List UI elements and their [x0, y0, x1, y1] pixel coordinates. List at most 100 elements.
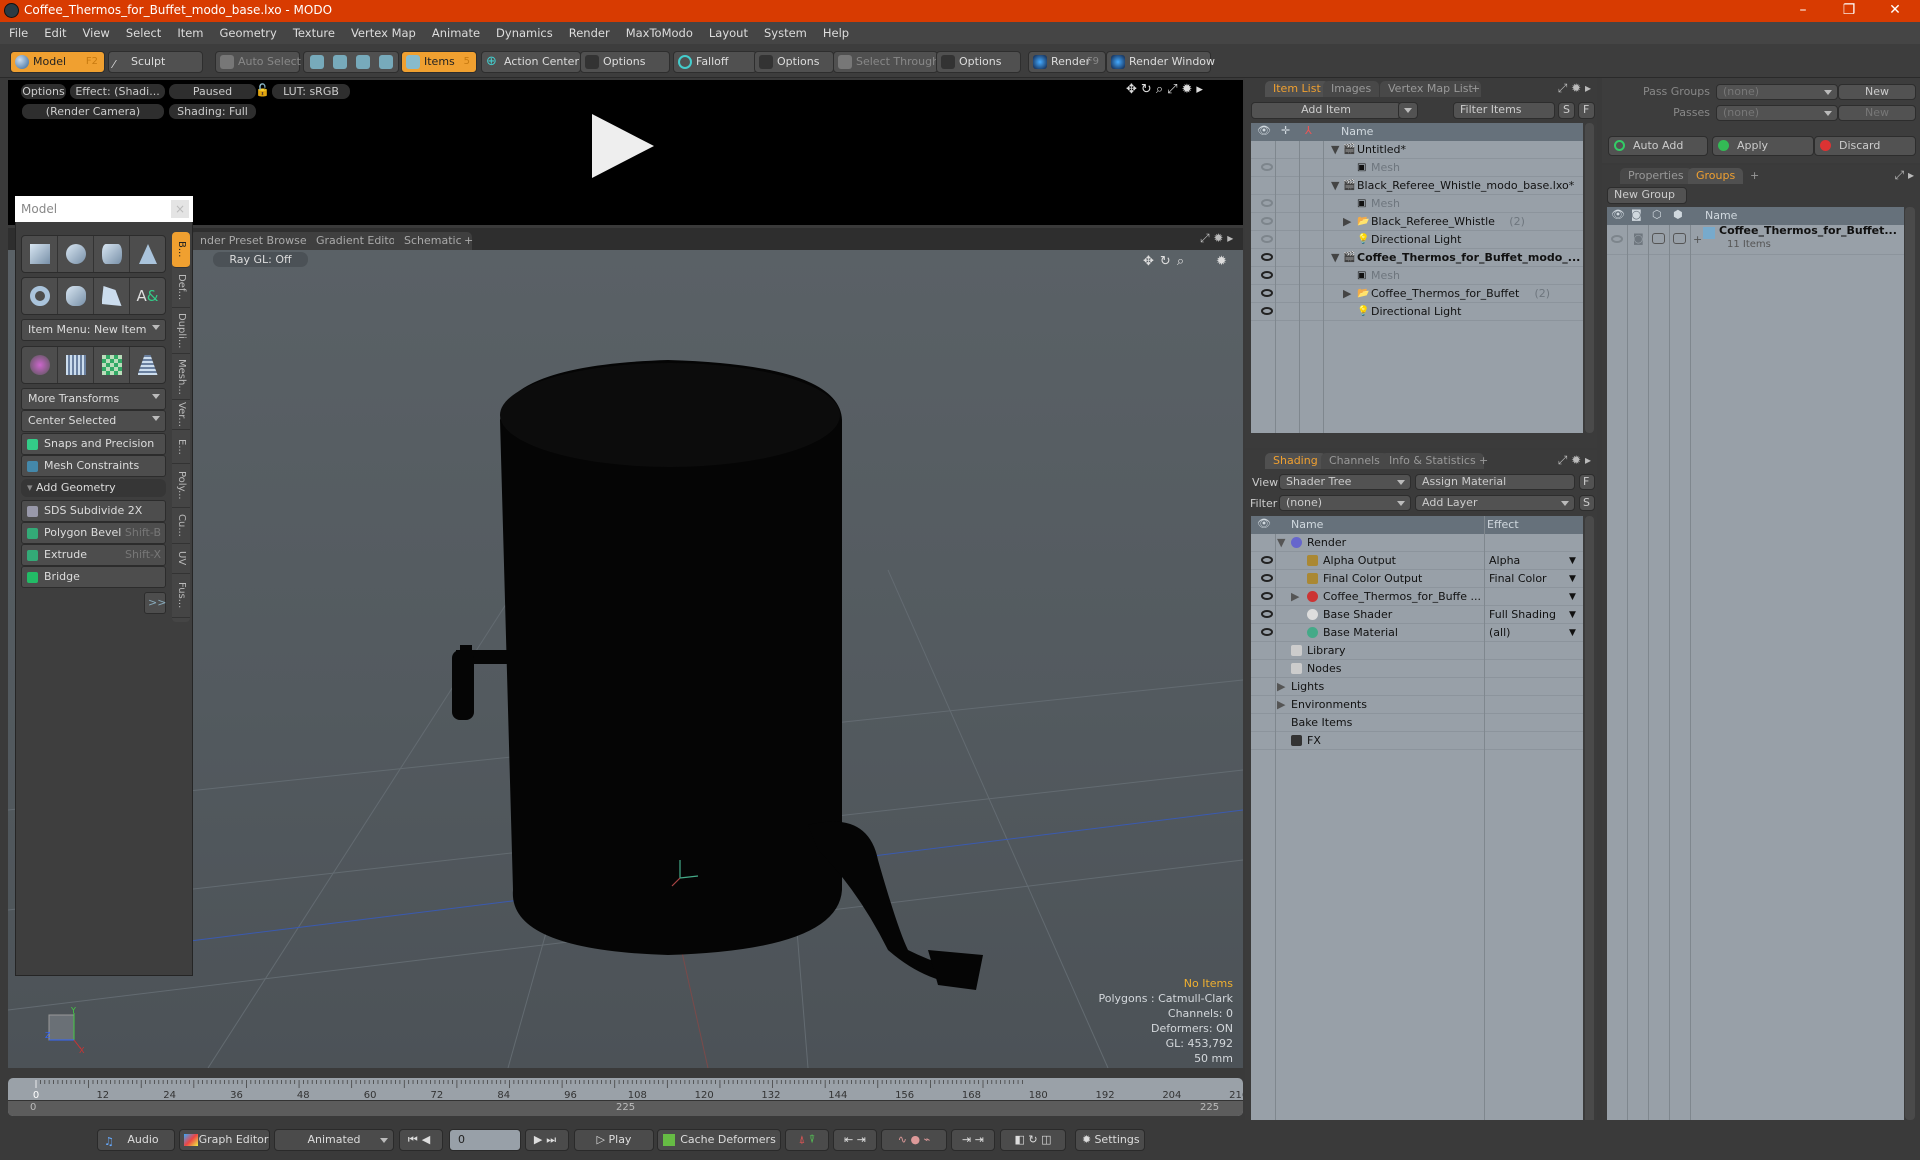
sds-subdivide-button[interactable]: SDS Subdivide 2X — [21, 500, 166, 522]
jump-next-icon[interactable]: ⇥ — [975, 1133, 984, 1146]
falloff-button[interactable]: Falloff — [673, 51, 757, 73]
eye-icon[interactable] — [1261, 253, 1273, 261]
eye-icon[interactable] — [1261, 592, 1273, 600]
step-back-button[interactable]: ◀ — [422, 1133, 434, 1146]
filter-s-button[interactable]: S — [1558, 102, 1575, 119]
select-options-button[interactable]: Options — [936, 51, 1021, 73]
side-tab-fusion[interactable]: Fus... — [172, 574, 190, 618]
new-pass-group-button[interactable]: New — [1838, 84, 1916, 100]
item-list-row[interactable]: ▼ 🎬 Black_Referee_Whistle_modo_base.lxo* — [1251, 177, 1583, 195]
lut-dropdown[interactable]: LUT: sRGB — [272, 84, 350, 99]
menu-geometry[interactable]: Geometry — [211, 22, 284, 40]
palette-close-button[interactable]: × — [171, 200, 189, 218]
tab-groups[interactable]: Groups — [1688, 168, 1744, 184]
go-to-end-button[interactable]: ⏭ — [546, 1133, 560, 1146]
more-transforms-dropdown[interactable]: More Transforms — [21, 388, 166, 410]
menu-dynamics[interactable]: Dynamics — [487, 22, 560, 40]
expand-arrow-icon[interactable]: ▶ — [1343, 285, 1351, 303]
menu-select[interactable]: Select — [117, 22, 168, 40]
add-item-arrow[interactable] — [1398, 102, 1418, 119]
rotate-icon[interactable]: ↻ — [1160, 254, 1177, 269]
add-layer-dropdown[interactable]: Add Layer — [1415, 495, 1575, 511]
side-tab-duplicate[interactable]: Dupli... — [172, 308, 190, 354]
eye-icon[interactable] — [1261, 199, 1273, 207]
audio-button[interactable]: ♫ Audio — [97, 1129, 175, 1151]
key-tool-2-icon[interactable]: ↻ — [1028, 1133, 1037, 1146]
menu-help[interactable]: Help — [814, 22, 856, 40]
next-key-icon[interactable]: ⇥ — [857, 1133, 866, 1146]
side-tab-mesh-edit[interactable]: Mesh... — [172, 354, 190, 400]
chevron-down-icon[interactable]: ▼ — [1569, 588, 1576, 606]
viewport-tab-controls[interactable]: ⤢ ✹ ▸ — [1200, 231, 1233, 246]
discard-button[interactable]: Discard — [1814, 136, 1916, 156]
maximize-icon[interactable]: ⤢ — [1167, 82, 1181, 97]
viewport-gear-icon[interactable]: ✹ — [1216, 254, 1227, 269]
eye-icon[interactable] — [1261, 556, 1273, 564]
side-tab-basic[interactable]: B... — [172, 232, 190, 268]
transform-button[interactable] — [22, 347, 58, 383]
tab-properties[interactable]: Properties — [1620, 168, 1692, 184]
capsule-primitive-button[interactable] — [58, 278, 94, 314]
key-tool-1-icon[interactable]: ◧ — [1014, 1133, 1024, 1146]
effect-dropdown[interactable]: Alpha — [1489, 552, 1520, 570]
camera-icon[interactable]: ◙ — [1633, 230, 1644, 248]
model-mode-button[interactable]: Model F2 — [10, 51, 105, 73]
menu-file[interactable]: File — [0, 22, 35, 40]
shading-s-button[interactable]: S — [1579, 495, 1595, 511]
sphere-primitive-button[interactable] — [58, 236, 94, 272]
mesh-constraints-button[interactable]: Mesh Constraints — [21, 455, 166, 477]
filter-f-button[interactable]: F — [1578, 102, 1595, 119]
eye-icon[interactable] — [1261, 163, 1273, 171]
side-tab-curve[interactable]: Cu... — [172, 508, 190, 544]
shader-row[interactable]: Final Color Output Final Color ▼ — [1251, 570, 1583, 588]
jump-prev-icon[interactable]: ⇥ — [962, 1133, 971, 1146]
bridge-button[interactable]: Bridge — [21, 566, 166, 588]
auto-select-button[interactable]: Auto Select — [215, 51, 301, 73]
chevron-down-icon[interactable]: ▼ — [1569, 552, 1576, 570]
effect-dropdown[interactable]: (all) — [1489, 624, 1510, 642]
menu-item[interactable]: Item — [168, 22, 210, 40]
action-center-button[interactable]: ⊕ Action Center — [481, 51, 581, 73]
menu-maxtomodo[interactable]: MaxToModo — [617, 22, 700, 40]
key-jump-controls[interactable]: ⇥ ⇥ — [951, 1129, 995, 1151]
filter-items-input[interactable]: Filter Items — [1453, 102, 1555, 119]
passes-dropdown[interactable]: (none) — [1716, 105, 1838, 121]
tab-render-preset-browser[interactable]: nder Preset Browser — [190, 232, 322, 250]
edges-mode-icon[interactable] — [333, 55, 347, 69]
vertices-mode-icon[interactable] — [310, 55, 324, 69]
expand-arrow-icon[interactable]: ▶ — [1277, 678, 1285, 696]
item-list-row[interactable]: ▣ Mesh — [1251, 267, 1583, 285]
settings-button[interactable]: ✹ Settings — [1075, 1129, 1145, 1151]
action-center-options-button[interactable]: Options — [580, 51, 670, 73]
new-pass-button[interactable]: New — [1838, 105, 1916, 121]
falloff-options-button[interactable]: Options — [754, 51, 834, 73]
chevron-down-icon[interactable]: ▼ — [1569, 570, 1576, 588]
panel-controls[interactable]: ⤢ ✹ ▸ — [1558, 453, 1591, 468]
eye-icon[interactable] — [1611, 235, 1623, 243]
menu-system[interactable]: System — [755, 22, 814, 40]
key-up-icon[interactable]: ⍋ — [799, 1133, 806, 1146]
panel-controls[interactable]: ⤢ ▸ — [1895, 168, 1914, 183]
tab-images[interactable]: Images — [1323, 81, 1380, 97]
polygons-mode-icon[interactable] — [356, 55, 370, 69]
expand-plus-icon[interactable]: + — [1693, 231, 1702, 249]
auto-add-button[interactable]: Auto Add — [1608, 136, 1708, 156]
item-list-row[interactable]: 💡 Directional Light — [1251, 303, 1583, 321]
menu-texture[interactable]: Texture — [284, 22, 342, 40]
checker-button[interactable] — [94, 347, 130, 383]
collapse-arrow-icon[interactable]: ▼ — [1331, 177, 1339, 195]
shader-row[interactable]: Base Material (all) ▼ — [1251, 624, 1583, 642]
item-list-row[interactable]: ▼ 🎬 Coffee_Thermos_for_Buffet_modo_... — [1251, 249, 1583, 267]
add-geometry-section[interactable]: ▾ Add Geometry — [21, 479, 166, 497]
chevron-down-icon[interactable]: ▼ — [1569, 624, 1576, 642]
cache-deformers-button[interactable]: Cache Deformers — [657, 1129, 781, 1151]
eye-icon[interactable] — [1261, 289, 1273, 297]
collapse-arrow-icon[interactable]: ▼ — [1331, 141, 1339, 159]
tab-shading[interactable]: Shading — [1265, 453, 1326, 469]
tab-item-list[interactable]: Item List — [1265, 81, 1329, 97]
zoom-icon[interactable]: ⌕ — [1177, 254, 1190, 269]
item-list-row[interactable]: ▶ 📂 Black_Referee_Whistle (2) — [1251, 213, 1583, 231]
key-nav-controls[interactable]: ⇤ ⇥ — [833, 1129, 877, 1151]
record-icon[interactable]: ● — [910, 1133, 920, 1146]
go-to-start-button[interactable]: ⏮ — [408, 1133, 422, 1146]
